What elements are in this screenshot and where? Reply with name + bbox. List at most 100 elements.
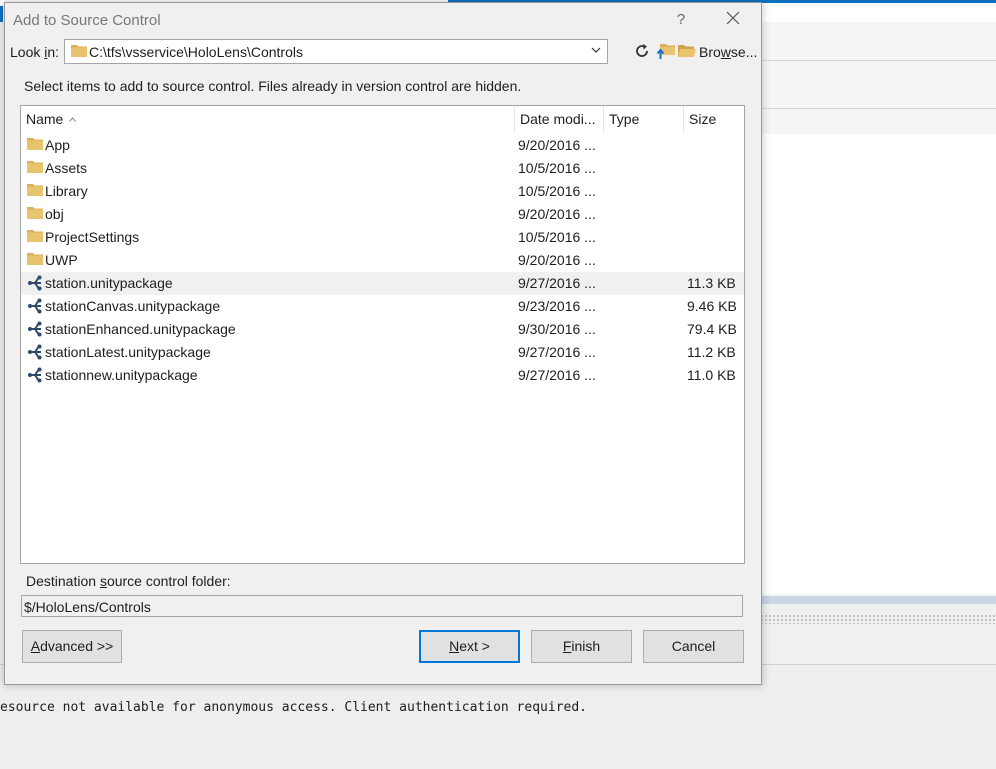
add-to-source-control-dialog: Add to Source Control ? Look in: C:\tfs\… — [4, 2, 762, 685]
background-left-indicator — [0, 6, 3, 22]
file-list-row[interactable]: stationCanvas.unitypackage 9/23/2016 ... 9… — [21, 295, 744, 318]
file-name: stationLatest.unitypackage — [45, 344, 211, 360]
file-date: 9/20/2016 ... — [518, 252, 596, 268]
look-in-label-text: n: — [47, 44, 60, 60]
advanced-button[interactable]: Advanced >> — [22, 630, 122, 663]
file-list-row[interactable]: App 9/20/2016 ... — [21, 134, 744, 157]
file-name: obj — [45, 206, 64, 222]
file-list-row[interactable]: stationLatest.unitypackage 9/27/2016 ... 1… — [21, 341, 744, 364]
look-in-dropdown[interactable]: C:\tfs\vsservice\HoloLens\Controls — [64, 39, 608, 64]
refresh-button[interactable] — [634, 43, 650, 62]
next-label: ext > — [459, 638, 490, 654]
file-size: 11.3 KB — [687, 275, 736, 291]
column-header-type[interactable]: Type — [603, 106, 683, 133]
file-name: UWP — [45, 252, 78, 268]
close-icon — [726, 11, 740, 25]
folder-icon — [27, 137, 43, 153]
cancel-button[interactable]: Cancel — [643, 630, 744, 663]
file-date: 9/27/2016 ... — [518, 344, 596, 360]
close-button[interactable] — [721, 9, 745, 31]
dialog-title: Add to Source Control — [13, 12, 161, 29]
unity-package-icon — [27, 298, 43, 317]
look-in-path: C:\tfs\vsservice\HoloLens\Controls — [89, 44, 303, 60]
file-name: ProjectSettings — [45, 229, 140, 245]
unity-package-icon — [27, 367, 43, 386]
file-name: stationnew.unitypackage — [45, 367, 198, 383]
instructions-text: Select items to add to source control. F… — [24, 78, 522, 94]
destination-folder-label: Destination source control folder: — [26, 573, 231, 589]
background-splitter[interactable] — [760, 596, 996, 604]
folder-icon — [27, 229, 43, 245]
look-in-label-text: Look — [10, 44, 45, 60]
file-name: station.unitypackage — [45, 275, 173, 291]
sort-ascending-icon — [69, 117, 77, 122]
folder-icon — [27, 252, 43, 268]
folder-icon — [27, 160, 43, 176]
file-size: 11.2 KB — [687, 344, 736, 360]
open-folder-icon — [678, 45, 696, 57]
browse-label-text: se... — [730, 44, 758, 60]
background-panel-divider — [760, 60, 996, 61]
file-name: stationEnhanced.unitypackage — [45, 321, 236, 337]
destination-label-text: Destination — [26, 573, 100, 589]
browse-folder-button[interactable] — [678, 44, 696, 61]
file-list-row[interactable]: UWP 9/20/2016 ... — [21, 249, 744, 272]
folder-icon — [71, 45, 87, 57]
refresh-icon — [636, 44, 648, 57]
chevron-down-icon — [591, 47, 601, 53]
file-name: stationCanvas.unitypackage — [45, 298, 221, 314]
advanced-label: dvanced >> — [40, 638, 114, 654]
column-header-name-label: Name — [26, 111, 64, 127]
background-panel-content — [760, 134, 996, 594]
file-size: 79.4 KB — [687, 321, 737, 337]
folder-icon — [27, 183, 43, 199]
file-list[interactable]: Name Date modi... Type Size App 9/20/2016… — [20, 105, 745, 564]
up-folder-icon — [656, 44, 675, 59]
file-date: 9/27/2016 ... — [518, 275, 596, 291]
unity-package-icon — [27, 321, 43, 340]
next-button[interactable]: Next > — [419, 630, 520, 663]
file-name: App — [45, 137, 70, 153]
column-header-size[interactable]: Size — [683, 106, 744, 133]
background-grip — [760, 614, 996, 624]
file-date: 9/27/2016 ... — [518, 367, 596, 383]
file-date: 10/5/2016 ... — [518, 160, 596, 176]
file-date: 9/20/2016 ... — [518, 137, 596, 153]
file-list-row[interactable]: stationnew.unitypackage 9/27/2016 ... 11.0… — [21, 364, 744, 387]
advanced-access-key: A — [30, 638, 41, 654]
destination-folder-field[interactable]: $/HoloLens/Controls — [21, 595, 743, 617]
file-size: 9.46 KB — [687, 298, 737, 314]
file-list-row[interactable]: Assets 10/5/2016 ... — [21, 157, 744, 180]
folder-icon — [27, 206, 43, 222]
file-date: 9/30/2016 ... — [518, 321, 596, 337]
file-list-row[interactable]: stationEnhanced.unitypackage 9/30/2016 ..… — [21, 318, 744, 341]
browse-access-key: w — [720, 44, 731, 60]
file-date: 9/20/2016 ... — [518, 206, 596, 222]
file-list-row[interactable]: Library 10/5/2016 ... — [21, 180, 744, 203]
file-list-header: Name Date modi... Type Size — [21, 106, 744, 133]
destination-access-key: s — [99, 573, 107, 589]
column-header-name[interactable]: Name — [21, 106, 514, 133]
browse-label-text: Bro — [699, 44, 721, 60]
up-one-level-button[interactable] — [656, 43, 676, 63]
file-name: Assets — [45, 160, 88, 176]
column-header-date[interactable]: Date modi... — [514, 106, 603, 133]
file-list-row[interactable]: obj 9/20/2016 ... — [21, 203, 744, 226]
next-access-key: N — [449, 638, 460, 654]
file-date: 9/23/2016 ... — [518, 298, 596, 314]
output-message: esource not available for anonymous acce… — [0, 700, 587, 715]
unity-package-icon — [27, 344, 43, 363]
finish-button[interactable]: Finish — [531, 630, 632, 663]
file-list-row[interactable]: station.unitypackage 9/27/2016 ... 11.3 KB — [21, 272, 744, 295]
file-name: Library — [45, 183, 88, 199]
file-date: 10/5/2016 ... — [518, 183, 596, 199]
background-panel-divider — [760, 108, 996, 109]
file-list-row[interactable]: ProjectSettings 10/5/2016 ... — [21, 226, 744, 249]
file-date: 10/5/2016 ... — [518, 229, 596, 245]
finish-label: inish — [571, 638, 601, 654]
unity-package-icon — [27, 275, 43, 294]
look-in-label: Look in: — [10, 44, 59, 60]
file-list-rows: App 9/20/2016 ... Assets 10/5/2016 ... Libra… — [21, 134, 744, 387]
browse-button[interactable]: Browse... — [699, 44, 757, 60]
help-button[interactable]: ? — [669, 9, 693, 31]
